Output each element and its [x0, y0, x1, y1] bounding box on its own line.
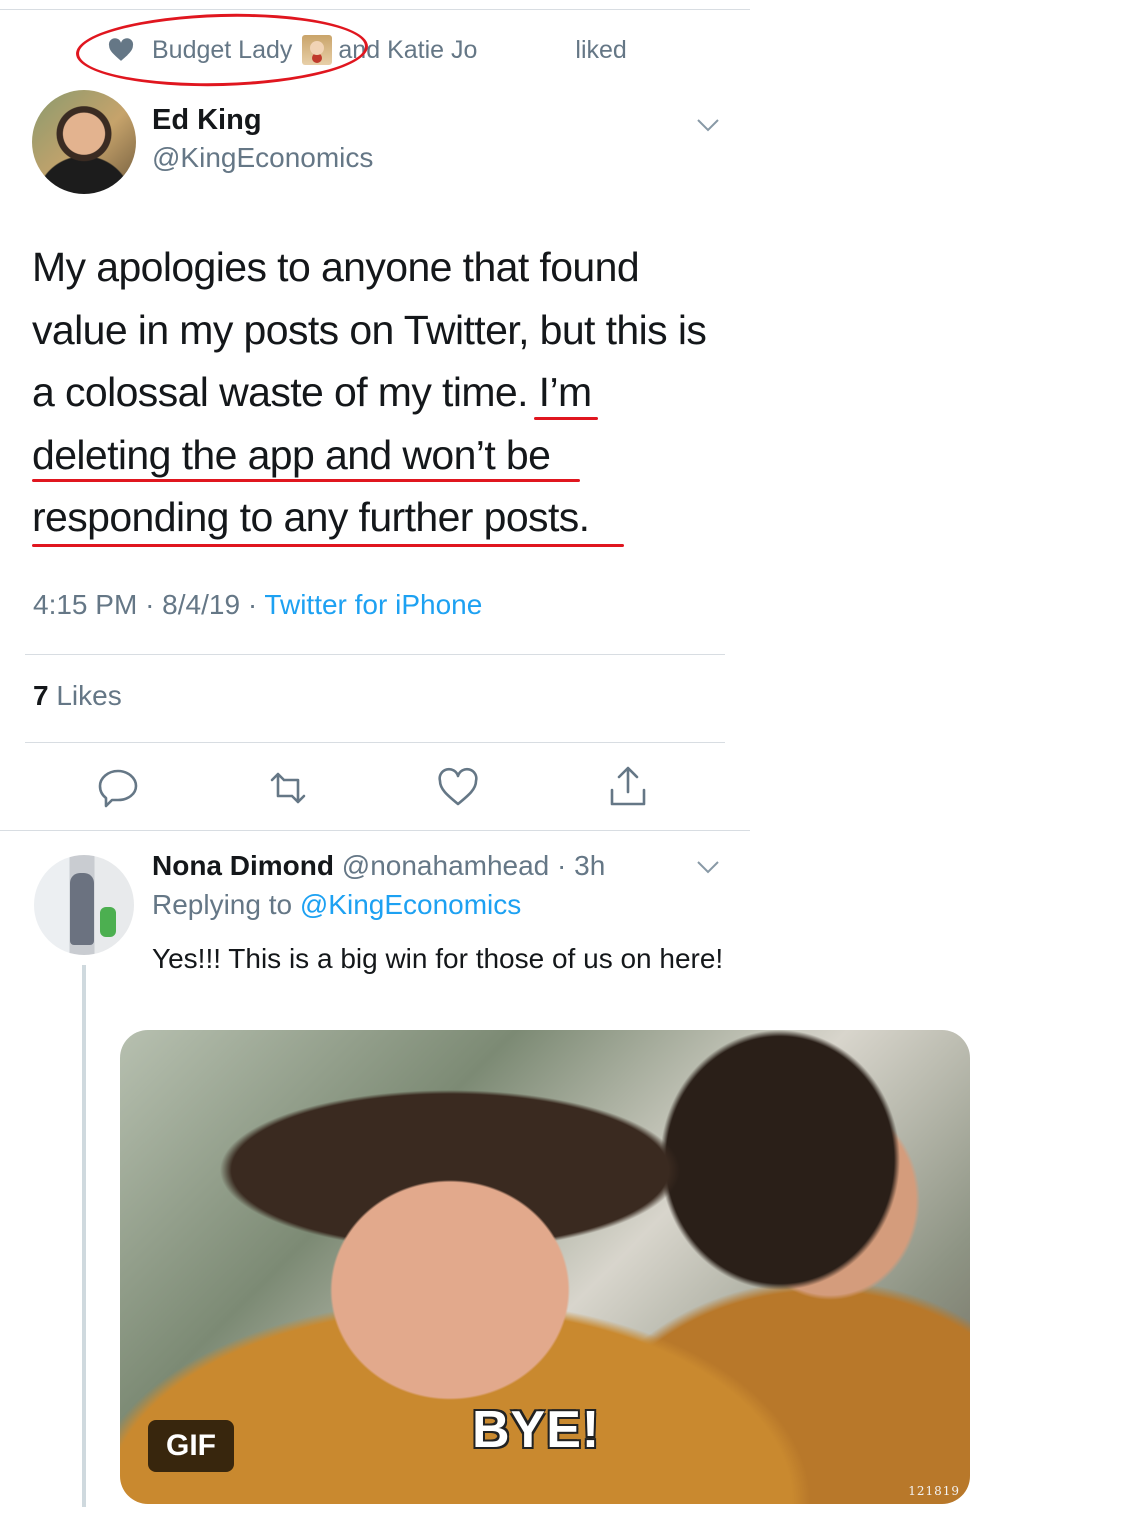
chevron-down-icon[interactable]	[696, 860, 720, 874]
divider	[25, 742, 725, 743]
chevron-down-icon[interactable]	[696, 118, 720, 132]
tweet-time: 4:15 PM	[33, 589, 138, 620]
tweet-line: My apologies to anyone that found	[32, 244, 640, 290]
likes-count[interactable]: 7 Likes	[33, 680, 122, 712]
reply-header: Nona Dimond @nonahamhead · 3h	[152, 850, 605, 882]
tweet-line: deleting the app and won’t be	[32, 431, 551, 478]
replying-prefix: Replying to	[152, 889, 293, 920]
tweet-source-link[interactable]: Twitter for iPhone	[264, 589, 482, 620]
reply-separator: ·	[549, 850, 575, 881]
meta-separator: ·	[247, 589, 265, 620]
avatar-figure	[70, 873, 94, 945]
gif-caption: BYE!	[472, 1401, 601, 1459]
retweet-icon[interactable]	[266, 766, 310, 810]
tweet-meta: 4:15 PM · 8/4/19 · Twitter for iPhone	[33, 589, 482, 621]
liked-label: liked	[575, 35, 627, 64]
likes-label: Likes	[56, 680, 122, 711]
gif-watermark: 121819	[908, 1484, 960, 1498]
top-divider	[0, 9, 750, 10]
author-handle[interactable]: @KingEconomics	[152, 142, 373, 174]
reply-icon[interactable]	[96, 766, 140, 810]
red-annotation-underline	[534, 417, 598, 420]
share-icon[interactable]	[606, 764, 650, 808]
red-annotation-underline	[32, 544, 624, 547]
like-icon[interactable]	[436, 766, 480, 810]
replying-to: Replying to @KingEconomics	[152, 889, 521, 921]
reply-author-handle[interactable]: @nonahamhead	[342, 850, 549, 881]
tweet-date: 8/4/19	[162, 589, 241, 620]
replying-to-link[interactable]: @KingEconomics	[300, 889, 521, 920]
reply-time: 3h	[574, 850, 606, 881]
author-name[interactable]: Ed King	[152, 104, 262, 137]
divider	[25, 654, 725, 655]
gif-badge: GIF	[148, 1420, 234, 1472]
author-avatar[interactable]	[32, 90, 136, 194]
tweet-text: My apologies to anyone that found value …	[32, 236, 752, 549]
tweet-line: responding to any further posts.	[32, 494, 590, 540]
tweet-line: a colossal waste of my time. I’m	[32, 369, 592, 415]
red-annotation-circle	[75, 10, 369, 90]
reply-author-avatar[interactable]	[34, 855, 134, 955]
divider	[0, 830, 750, 831]
meta-separator: ·	[145, 589, 163, 620]
likes-number: 7	[33, 680, 49, 711]
avatar-figure	[100, 907, 116, 937]
tweet-line: value in my posts on Twitter, but this i…	[32, 306, 707, 353]
thread-line	[82, 965, 86, 1507]
gif-media[interactable]: GIF BYE! 121819	[120, 1030, 970, 1504]
red-annotation-underline	[32, 479, 580, 482]
reply-text: Yes!!! This is a big win for those of us…	[152, 943, 724, 974]
reply-author-name[interactable]: Nona Dimond	[152, 850, 334, 881]
